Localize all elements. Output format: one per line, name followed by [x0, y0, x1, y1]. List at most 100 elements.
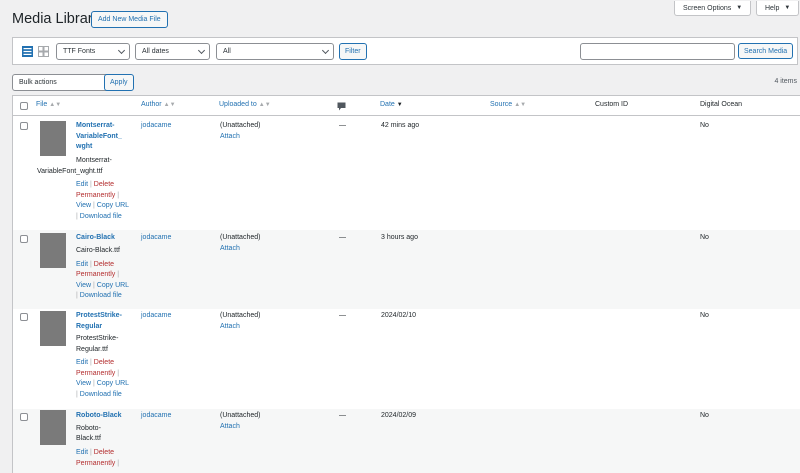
sort-icon: ▲▼ — [258, 102, 271, 108]
apply-button[interactable]: Apply — [104, 74, 134, 91]
grid-view-icon[interactable] — [38, 46, 49, 57]
add-new-media-button[interactable]: Add New Media File — [91, 11, 168, 28]
download-file-link[interactable]: Download file — [80, 213, 122, 220]
column-file-label: File — [36, 101, 48, 108]
file-name: Roboto- — [76, 424, 101, 432]
row-actions: Edit | Delete Permanently | — [76, 448, 138, 469]
column-author[interactable]: Author ▲▼ — [141, 101, 176, 108]
delete-link[interactable]: Delete — [94, 261, 114, 268]
bulk-actions-value: Bulk actions — [19, 79, 57, 86]
search-media-input[interactable] — [580, 43, 735, 60]
media-table: File ▲▼ Author ▲▼ Uploaded to ▲▼ Date ▼ Sour… — [12, 95, 800, 473]
file-title-link[interactable]: ProtestStrike- Regular — [76, 311, 136, 332]
delete-link[interactable]: Permanently — [76, 192, 115, 199]
column-source-label: Source — [490, 101, 513, 108]
file-title-link[interactable]: Cairo-Black — [76, 233, 136, 244]
digital-ocean-value: No — [700, 234, 709, 241]
document-icon[interactable] — [40, 121, 66, 156]
media-filter-bar: TTF Fonts All dates All Filter Search Me… — [12, 37, 798, 65]
delete-link[interactable]: Delete — [94, 359, 114, 366]
copy-url-link[interactable]: Copy URL — [97, 282, 129, 289]
table-row: Cairo-Black Cairo-Black.ttf Edit | Delet… — [13, 230, 800, 309]
chevron-down-icon — [321, 46, 330, 55]
row-checkbox[interactable] — [20, 413, 28, 421]
page-title: Media Library — [12, 11, 100, 27]
delete-link[interactable]: Permanently — [76, 460, 115, 467]
filter-button[interactable]: Filter — [339, 43, 367, 60]
delete-link[interactable]: Delete — [94, 449, 114, 456]
author-link[interactable]: jodacame — [141, 311, 171, 322]
file-title-link[interactable]: Montserrat- VariableFont_ wght — [76, 121, 136, 153]
sort-desc-icon: ▼ — [396, 102, 403, 108]
row-actions: Edit | Delete Permanently | View | Copy … — [76, 358, 138, 400]
attach-link[interactable]: Attach — [220, 422, 240, 433]
digital-ocean-value: No — [700, 412, 709, 419]
document-icon[interactable] — [40, 311, 66, 346]
separator: | — [117, 369, 120, 377]
digital-ocean-value: No — [700, 312, 709, 319]
view-link[interactable]: View — [76, 202, 91, 209]
copy-url-link[interactable]: Copy URL — [97, 202, 129, 209]
attachment-filter-select[interactable]: All — [216, 43, 334, 60]
column-author-label: Author — [141, 101, 162, 108]
column-uploaded-to[interactable]: Uploaded to ▲▼ — [219, 101, 271, 108]
column-file[interactable]: File ▲▼ — [36, 101, 61, 108]
edit-link[interactable]: Edit — [76, 181, 88, 188]
author-link[interactable]: jodacame — [141, 411, 171, 422]
separator: | — [76, 390, 78, 398]
author-link[interactable]: jodacame — [141, 233, 171, 244]
edit-link[interactable]: Edit — [76, 261, 88, 268]
delete-link[interactable]: Permanently — [76, 370, 115, 377]
author-link[interactable]: jodacame — [141, 121, 171, 132]
date-filter-select[interactable]: All dates — [135, 43, 210, 60]
file-name: Black.ttf — [76, 435, 101, 442]
table-row: Montserrat- VariableFont_ wght Montserra… — [13, 116, 800, 230]
download-file-link[interactable]: Download file — [80, 391, 122, 398]
view-link[interactable]: View — [76, 380, 91, 387]
delete-link[interactable]: Permanently — [76, 271, 115, 278]
file-title-line: VariableFont_ — [76, 132, 122, 140]
comments-count: — — [339, 234, 346, 241]
media-type-select[interactable]: TTF Fonts — [56, 43, 130, 60]
table-row: ProtestStrike- Regular ProtestStrike- Re… — [13, 309, 800, 409]
separator: | — [117, 459, 120, 467]
help-button[interactable]: Help ▼ — [756, 1, 800, 16]
file-title-line: Roboto-Black — [76, 412, 122, 419]
file-title-link[interactable]: Roboto-Black — [76, 411, 136, 422]
column-digital-ocean: Digital Ocean — [700, 101, 743, 108]
file-title-line: Cairo-Black — [76, 234, 115, 241]
edit-link[interactable]: Edit — [76, 449, 88, 456]
download-file-link[interactable]: Download file — [80, 292, 122, 299]
document-icon[interactable] — [40, 233, 66, 268]
row-checkbox[interactable] — [20, 313, 28, 321]
search-media-button[interactable]: Search Media — [738, 43, 794, 59]
delete-link[interactable]: Delete — [94, 181, 114, 188]
uploaded-to-value: (Unattached) — [220, 234, 261, 241]
separator: | — [90, 449, 92, 456]
attach-link[interactable]: Attach — [220, 322, 240, 333]
chevron-down-icon — [197, 46, 206, 55]
list-view-icon[interactable] — [22, 46, 33, 57]
document-icon[interactable] — [40, 410, 66, 445]
copy-url-link[interactable]: Copy URL — [97, 380, 129, 387]
column-date[interactable]: Date ▼ — [380, 101, 403, 108]
media-type-value: TTF Fonts — [63, 48, 96, 55]
sort-icon: ▲▼ — [49, 102, 62, 108]
separator: | — [117, 271, 120, 278]
attach-link[interactable]: Attach — [220, 132, 240, 143]
row-checkbox[interactable] — [20, 235, 28, 243]
file-name: Cairo-Black.ttf — [76, 246, 120, 254]
screen-options-button[interactable]: Screen Options ▼ — [674, 1, 752, 16]
attach-link[interactable]: Attach — [220, 244, 240, 255]
screen-options-label: Screen Options — [683, 4, 732, 12]
edit-link[interactable]: Edit — [76, 359, 88, 366]
file-name: Montserrat- — [76, 157, 112, 164]
row-actions: Edit | Delete Permanently | View | Copy … — [76, 180, 138, 222]
column-source[interactable]: Source ▲▼ — [490, 101, 526, 108]
file-title-line: ProtestStrike- — [76, 312, 122, 319]
select-all-checkbox[interactable] — [20, 102, 28, 110]
view-link[interactable]: View — [76, 282, 91, 289]
items-count: 4 items — [774, 78, 797, 85]
comment-icon[interactable] — [337, 102, 346, 111]
row-checkbox[interactable] — [20, 122, 28, 130]
